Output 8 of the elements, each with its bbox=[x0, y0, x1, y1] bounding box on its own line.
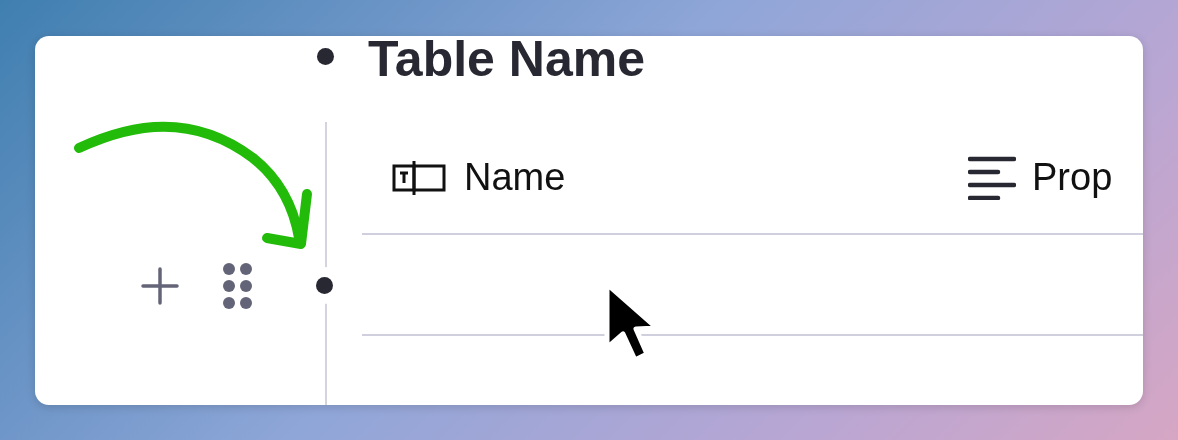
column-header[interactable]: Prop bbox=[938, 122, 1143, 233]
table-title: Table Name bbox=[368, 36, 645, 84]
bullet bbox=[317, 48, 334, 65]
plus-icon[interactable] bbox=[141, 266, 179, 305]
text-field-icon bbox=[392, 158, 448, 197]
drag-handle-icon[interactable] bbox=[222, 261, 252, 310]
align-left-icon bbox=[968, 155, 1016, 200]
column-header[interactable]: Name bbox=[362, 122, 938, 233]
